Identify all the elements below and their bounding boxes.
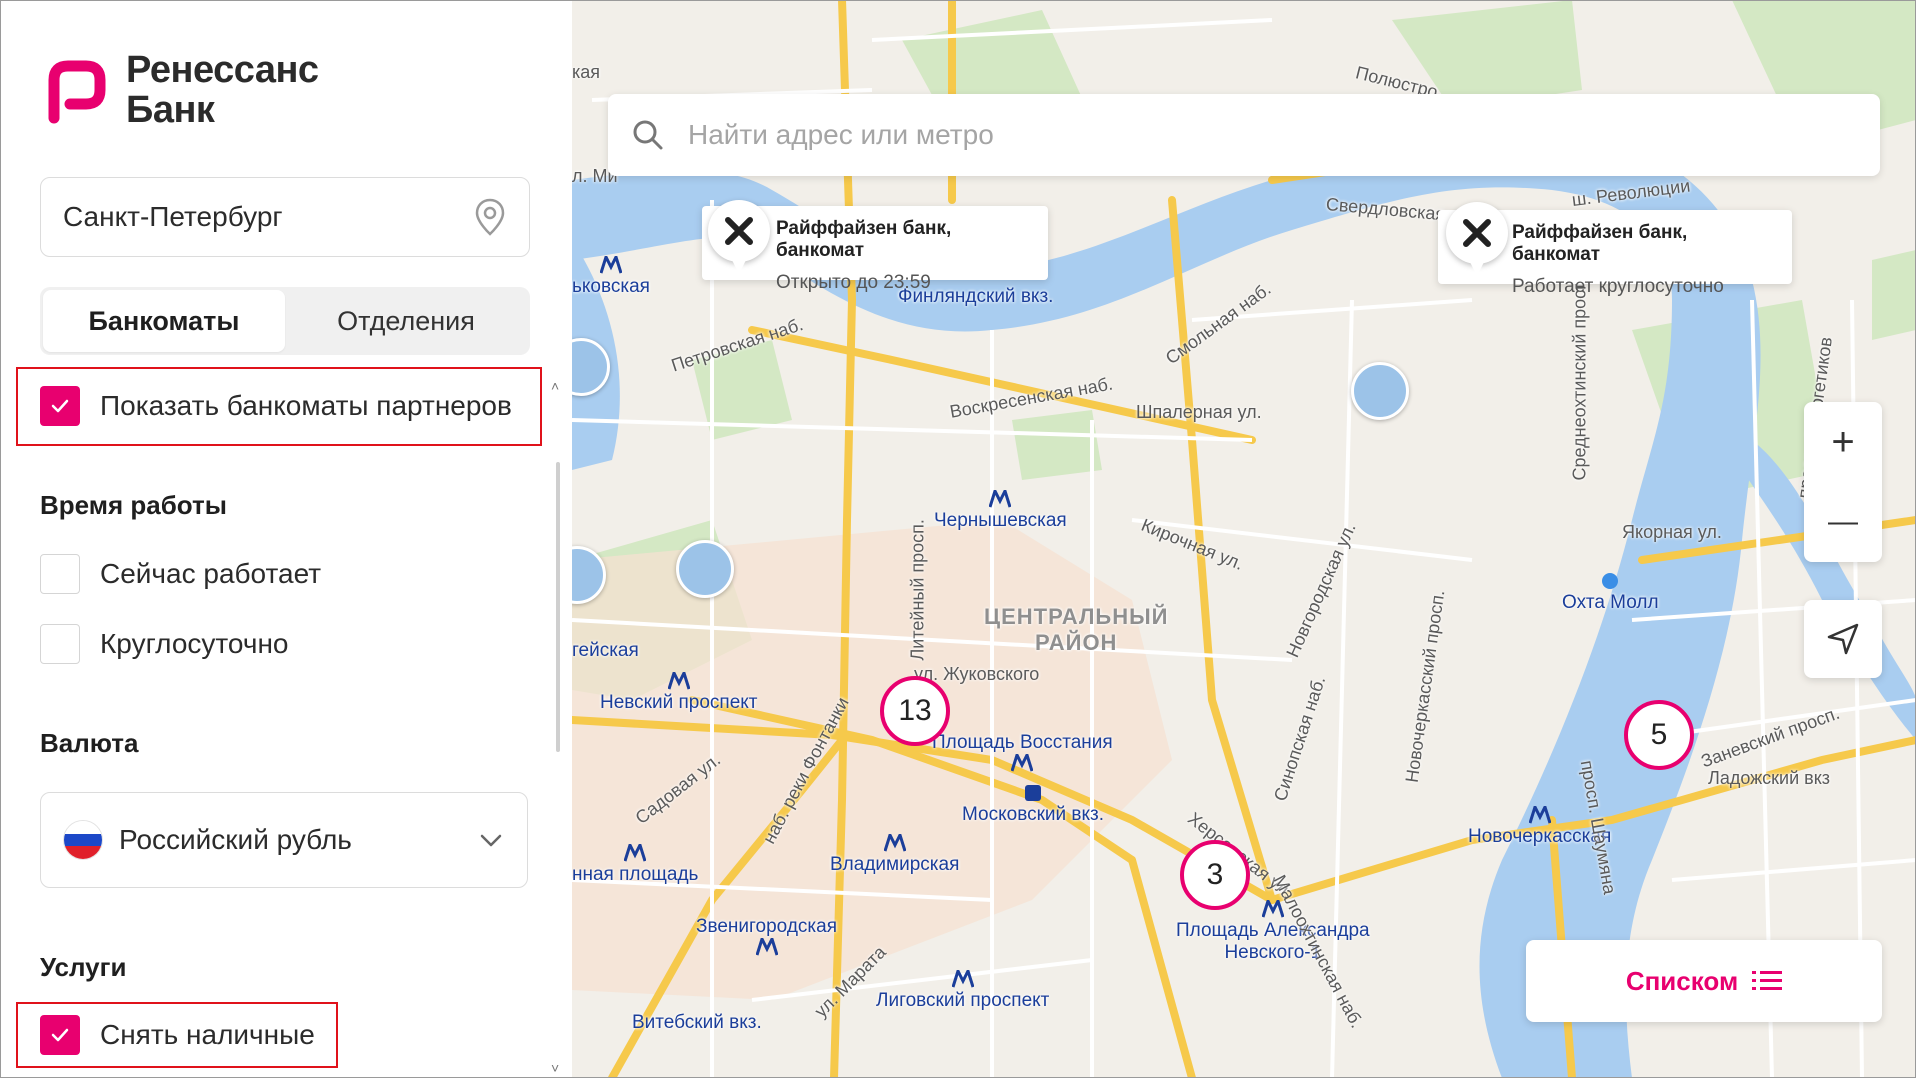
metro-label: нная площадь [572, 844, 698, 886]
shopping-icon [1602, 573, 1619, 589]
city-value: Санкт-Петербург [63, 201, 283, 232]
currency-value: Российский рубль [119, 824, 352, 855]
street-label: кая [572, 62, 601, 82]
services-title: Услуги [40, 952, 127, 982]
popup-title: Райффайзен банк, банкомат [776, 218, 952, 261]
search-icon [633, 120, 663, 150]
search-placeholder: Найти адрес или метро [688, 119, 994, 150]
chevron-down-icon [480, 834, 502, 847]
metro-label: Площадь Восстания [932, 732, 1113, 774]
metro-icon [1011, 754, 1034, 772]
metro-icon [624, 844, 647, 862]
hours-now-label: Сейчас работает [100, 558, 322, 589]
checkbox-unchecked[interactable] [40, 554, 80, 594]
metro-icon [667, 672, 690, 690]
metro-label: гейская [572, 640, 639, 661]
cash-label: Снять наличные [100, 1019, 315, 1050]
tab-branches[interactable]: Отделения [285, 290, 527, 352]
sidebar-scrollbar[interactable] [556, 462, 560, 752]
street-label: Литейный просп. [907, 519, 928, 661]
street-label: Якорная ул. [1622, 522, 1722, 542]
metro-icon [755, 938, 778, 956]
street-label: Среднеохтинский просп. [1569, 275, 1590, 481]
zoom-out-button[interactable]: — [1804, 482, 1882, 562]
tab-atms[interactable]: Банкоматы [43, 290, 285, 352]
address-search[interactable]: Найти адрес или метро [608, 94, 1880, 176]
metro-icon [989, 490, 1012, 508]
atm-pin[interactable] [1446, 202, 1508, 276]
list-view-label: Списком [1625, 965, 1739, 996]
metro-label: Владимирская [830, 834, 959, 876]
metro-icon [883, 834, 906, 852]
atm-pin[interactable] [708, 200, 770, 274]
street-label: Ладожский вкз [1708, 768, 1831, 788]
district-label: ЦЕНТРАЛЬНЫЙ РАЙОН [984, 604, 1169, 655]
popup-subtitle: Открыто до 23:59 [776, 272, 931, 293]
street-label: Шпалерная ул. [1136, 402, 1262, 422]
scroll-up-icon[interactable]: ˄ [551, 378, 559, 394]
metro-label: Чернышевская [934, 490, 1067, 532]
list-icon [1752, 971, 1783, 990]
raiffeisen-logo-icon [1463, 219, 1491, 247]
raiffeisen-logo-icon [725, 217, 753, 245]
city-field[interactable]: Санкт-Петербург [40, 177, 530, 257]
popup-subtitle: Работает круглосуточно [1512, 276, 1724, 297]
landmark-icon[interactable] [676, 540, 734, 598]
brand-logo[interactable]: Ренессанс Банк [40, 50, 319, 130]
locate-button[interactable] [1804, 600, 1882, 678]
zoom-in-button[interactable]: + [1804, 402, 1882, 482]
location-pin-icon[interactable] [473, 197, 507, 237]
metro-icon [1528, 806, 1551, 824]
brand-name: Ренессанс Банк [126, 49, 319, 131]
partners-checkbox[interactable]: Показать банкоматы партнеров [40, 386, 512, 426]
map-area[interactable]: Чернышевская Невский проспект Площадь Во… [572, 0, 1916, 1078]
type-switcher: Банкоматы Отделения [40, 287, 530, 355]
popup-title: Райффайзен банк, банкомат [1512, 222, 1688, 265]
metro-label: Лиговский проспект [876, 970, 1049, 1012]
filter-sidebar: Ренессанс Банк Санкт-Петербург Банкоматы… [0, 0, 572, 1078]
currency-select[interactable]: Российский рубль [40, 792, 528, 888]
hours-247-label: Круглосуточно [100, 628, 289, 659]
partners-label: Показать банкоматы партнеров [100, 390, 512, 421]
hours-title: Время работы [40, 490, 227, 520]
metro-label: Звенигородская [696, 916, 837, 958]
cash-checkbox[interactable]: Снять наличные [40, 1015, 315, 1055]
metro-label: ьковская [572, 256, 650, 298]
landmark-icon[interactable] [1351, 362, 1409, 420]
zoom-controls: + — [1804, 402, 1882, 562]
atm-cluster[interactable]: 3 [1180, 840, 1250, 910]
atm-cluster[interactable]: 5 [1624, 700, 1694, 770]
list-view-button[interactable]: Списком [1526, 940, 1882, 1022]
hours-now-checkbox[interactable]: Сейчас работает [40, 554, 321, 594]
hours-247-checkbox[interactable]: Круглосуточно [40, 624, 288, 664]
checkbox-unchecked[interactable] [40, 624, 80, 664]
okhta-mall-label: Охта Молл [1562, 572, 1659, 614]
metro-label: Невский проспект [600, 672, 758, 714]
metro-label: Площадь Александра Невского-1 [1176, 900, 1370, 964]
checkbox-checked[interactable] [40, 1015, 80, 1055]
check-icon [51, 1028, 69, 1042]
scroll-down-icon[interactable]: ˅ [551, 1060, 559, 1076]
metro-label: Витебский вкз. [632, 1012, 762, 1033]
russia-flag-icon [63, 820, 103, 860]
navigation-arrow-icon [1827, 623, 1859, 655]
metro-icon [951, 970, 974, 988]
atm-cluster[interactable]: 13 [880, 676, 950, 746]
currency-title: Валюта [40, 728, 139, 758]
metro-icon [599, 256, 622, 274]
checkbox-checked[interactable] [40, 386, 80, 426]
check-icon [51, 399, 69, 413]
brand-logo-mark-icon [48, 60, 106, 124]
train-station-icon [1025, 785, 1041, 801]
metro-label: Московский вкз. [962, 784, 1104, 826]
